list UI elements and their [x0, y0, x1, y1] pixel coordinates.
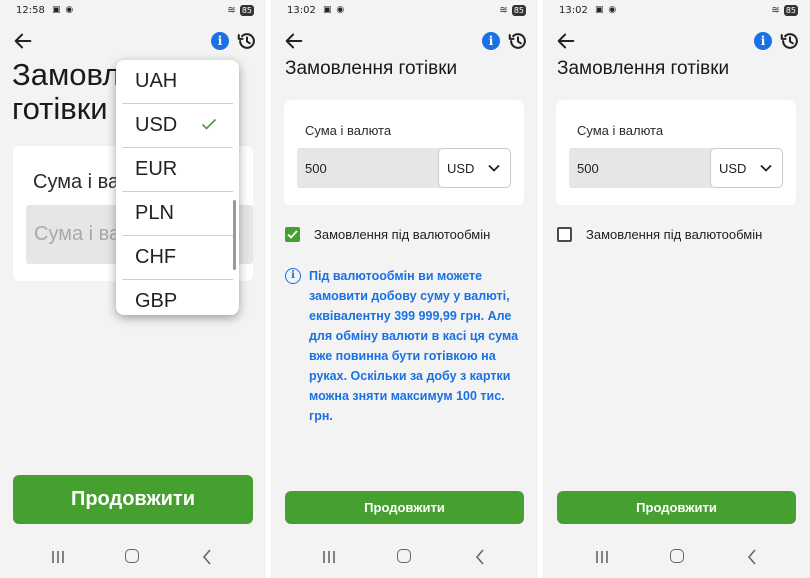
- page-title: Замовлення готівки: [285, 58, 458, 79]
- continue-button[interactable]: Продовжити: [285, 491, 524, 524]
- option-label: EUR: [135, 158, 178, 180]
- currency-option-eur[interactable]: EUR: [122, 148, 233, 192]
- arrow-left-icon[interactable]: [555, 30, 577, 52]
- info-icon[interactable]: i: [754, 32, 772, 50]
- status-time: 12:58: [16, 5, 45, 16]
- option-label: UAH: [135, 70, 178, 92]
- check-icon: [287, 230, 298, 239]
- back-chevron-icon[interactable]: [475, 549, 485, 565]
- currency-dropdown-menu: UAH USD EUR PLN CHF GBP: [116, 60, 239, 315]
- system-nav-bar: [543, 538, 810, 578]
- screen-currency-dropdown: 12:58 ▣ ◉ ≋ 85 i Замовлення готівки Сума…: [0, 0, 266, 578]
- currency-select[interactable]: USD: [710, 148, 783, 188]
- currency-option-usd[interactable]: USD: [122, 104, 233, 148]
- option-label: PLN: [135, 202, 174, 224]
- currency-value: USD: [447, 160, 475, 176]
- history-icon[interactable]: [236, 30, 258, 52]
- screens-container: 12:58 ▣ ◉ ≋ 85 i Замовлення готівки Сума…: [0, 0, 810, 578]
- back-chevron-icon[interactable]: [202, 549, 212, 565]
- arrow-left-icon[interactable]: [12, 30, 34, 52]
- screen-exchange-checked: 13:02 ▣ ◉ ≋ 85 i Замовлення готівки Сума…: [271, 0, 538, 578]
- exchange-info-note: i Під валютообмін ви можете замовити доб…: [285, 266, 527, 426]
- page-title: Замовлення готівки: [557, 58, 730, 79]
- field-label: Сума і валюта: [577, 123, 664, 138]
- status-bar: 13:02 ▣ ◉ ≋ 85: [271, 0, 538, 22]
- amount-card: Сума і валюта 500 USD: [556, 100, 796, 205]
- currency-option-gbp[interactable]: GBP: [122, 280, 233, 315]
- battery-level: 85: [511, 5, 526, 16]
- exchange-info-text: Під валютообмін ви можете замовити добов…: [309, 269, 519, 423]
- recent-apps-icon[interactable]: [322, 550, 336, 564]
- status-bar: 12:58 ▣ ◉ ≋ 85: [0, 0, 266, 22]
- recent-apps-icon[interactable]: [51, 550, 65, 564]
- notification-icons: ▣ ◉: [595, 5, 618, 15]
- chevron-down-icon: [488, 164, 500, 172]
- app-bar: i: [543, 28, 810, 56]
- chevron-down-icon: [760, 164, 772, 172]
- arrow-left-icon[interactable]: [283, 30, 305, 52]
- option-label: USD: [135, 114, 178, 136]
- wifi-icon: ≋: [499, 5, 508, 16]
- dropdown-scrollbar[interactable]: [233, 200, 236, 270]
- app-bar: i: [0, 28, 266, 56]
- home-icon[interactable]: [397, 549, 411, 563]
- system-nav-bar: [271, 538, 538, 578]
- status-right: ≋ 85: [227, 5, 254, 16]
- exchange-checkbox[interactable]: [557, 227, 572, 242]
- continue-button[interactable]: Продовжити: [13, 475, 253, 524]
- history-icon[interactable]: [507, 30, 529, 52]
- app-bar: i: [271, 28, 538, 56]
- status-time: 13:02: [287, 5, 316, 16]
- status-right: ≋ 85: [499, 5, 526, 16]
- exchange-checkbox-row[interactable]: Замовлення під валютообмін: [285, 227, 490, 242]
- recent-apps-icon[interactable]: [595, 550, 609, 564]
- exchange-checkbox-row[interactable]: Замовлення під валютообмін: [557, 227, 762, 242]
- exchange-checkbox-label: Замовлення під валютообмін: [586, 227, 763, 242]
- status-right: ≋ 85: [771, 5, 798, 16]
- currency-option-uah[interactable]: UAH: [122, 60, 233, 104]
- info-icon[interactable]: i: [482, 32, 500, 50]
- wifi-icon: ≋: [227, 5, 236, 16]
- check-icon: [201, 118, 217, 130]
- amount-card: Сума і валюта 500 USD: [284, 100, 524, 205]
- field-label: Сума і валюта: [305, 123, 392, 138]
- currency-option-chf[interactable]: CHF: [122, 236, 233, 280]
- home-icon[interactable]: [670, 549, 684, 563]
- home-icon[interactable]: [125, 549, 139, 563]
- currency-select[interactable]: USD: [438, 148, 511, 188]
- wifi-icon: ≋: [771, 5, 780, 16]
- notification-icons: ▣ ◉: [52, 5, 75, 15]
- exchange-checkbox-label: Замовлення під валютообмін: [314, 227, 491, 242]
- battery-level: 85: [783, 5, 798, 16]
- option-label: CHF: [135, 246, 177, 268]
- notification-icons: ▣ ◉: [323, 5, 346, 15]
- currency-value: USD: [719, 160, 747, 176]
- status-time: 13:02: [559, 5, 588, 16]
- screen-exchange-unchecked: 13:02 ▣ ◉ ≋ 85 i Замовлення готівки Сума…: [543, 0, 810, 578]
- info-icon[interactable]: i: [211, 32, 229, 50]
- amount-input[interactable]: 500: [569, 148, 714, 188]
- back-chevron-icon[interactable]: [747, 549, 757, 565]
- continue-button[interactable]: Продовжити: [557, 491, 796, 524]
- amount-input[interactable]: 500: [297, 148, 442, 188]
- battery-level: 85: [239, 5, 254, 16]
- history-icon[interactable]: [779, 30, 801, 52]
- option-label: GBP: [135, 290, 178, 312]
- currency-option-pln[interactable]: PLN: [122, 192, 233, 236]
- system-nav-bar: [0, 538, 266, 578]
- info-outline-icon: i: [285, 268, 301, 284]
- status-bar: 13:02 ▣ ◉ ≋ 85: [543, 0, 810, 22]
- exchange-checkbox[interactable]: [285, 227, 300, 242]
